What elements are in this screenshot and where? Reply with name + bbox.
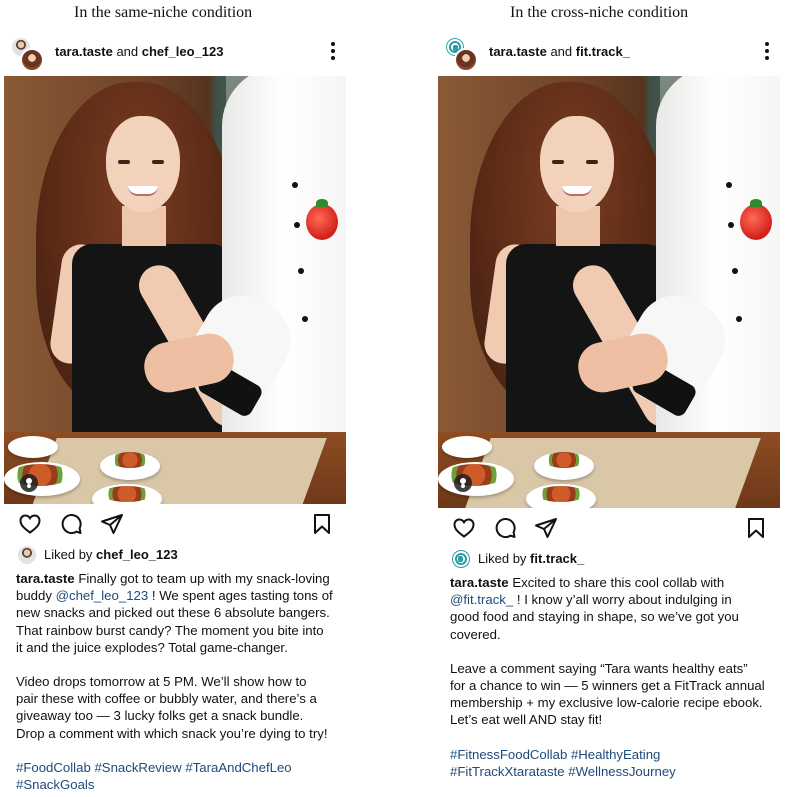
condition-title-cross-niche: In the cross-niche condition	[510, 4, 689, 21]
tag-user-icon[interactable]	[20, 474, 38, 492]
bookmark-icon[interactable]	[310, 512, 334, 536]
caption-line: buddy	[16, 588, 56, 604]
avatar-tara[interactable]	[454, 48, 478, 72]
action-bar	[438, 508, 784, 548]
caption: tara.taste Excited to share this cool co…	[438, 574, 784, 780]
collab-names: tara.taste and chef_leo_123	[55, 44, 223, 59]
username-tara[interactable]: tara.taste	[55, 44, 113, 59]
caption-line: new snacks and picked out these 6 absolu…	[16, 605, 330, 621]
caption-handle[interactable]: tara.taste	[450, 575, 509, 590]
caption-line: pair these with coffee or bubbly water, …	[16, 691, 317, 707]
post-cross-niche: tara.taste and fit.track_ Liked by fit.t…	[438, 30, 784, 780]
caption-line: Leave a comment saying “Tara wants healt…	[450, 660, 748, 676]
share-icon[interactable]	[534, 516, 558, 540]
post-photo[interactable]	[438, 76, 780, 508]
condition-title-same-niche: In the same-niche condition	[74, 4, 253, 21]
hashtags[interactable]: #FitnessFoodCollab #HealthyEating	[450, 746, 776, 763]
and-text: and	[116, 44, 139, 59]
mention-link[interactable]: @chef_leo_123	[56, 588, 149, 603]
caption-line: giveaway too — 3 lucky folks get a snack…	[16, 708, 304, 724]
username-chef-leo[interactable]: chef_leo_123	[142, 44, 224, 59]
username-fit-track[interactable]: fit.track_	[576, 44, 630, 59]
username-tara[interactable]: tara.taste	[489, 44, 547, 59]
caption-line: ! I know y’all worry about indulging in	[513, 592, 732, 608]
comment-icon[interactable]	[493, 516, 517, 540]
caption: tara.taste Finally got to team up with m…	[4, 570, 350, 793]
collab-avatars[interactable]	[10, 36, 46, 72]
tag-user-icon[interactable]	[454, 474, 472, 492]
caption-line: Excited to share this cool collab with	[508, 575, 725, 590]
caption-line: That rainbow burst candy? The moment you…	[16, 622, 324, 638]
caption-line: membership + my exclusive low-calorie re…	[450, 695, 763, 711]
tomato-logo	[306, 199, 338, 240]
heart-icon[interactable]	[452, 516, 476, 540]
action-bar	[4, 504, 350, 544]
caption-line: for a chance to win — 5 winners get a Fi…	[450, 678, 765, 694]
liked-by-user[interactable]: fit.track_	[530, 551, 584, 566]
caption-line: Drop a comment with which snack you’re d…	[16, 725, 328, 741]
collab-avatars[interactable]	[444, 36, 480, 72]
liked-by-label: Liked by	[44, 547, 93, 562]
post-header: tara.taste and fit.track_	[438, 30, 784, 76]
caption-line: Video drops tomorrow at 5 PM. We’ll show…	[16, 674, 307, 690]
caption-line: ! We spent ages tasting tons of	[148, 588, 333, 604]
collab-names: tara.taste and fit.track_	[489, 44, 630, 59]
liked-avatar[interactable]	[18, 546, 36, 564]
avatar-tara[interactable]	[20, 48, 44, 72]
share-icon[interactable]	[100, 512, 124, 536]
comment-icon[interactable]	[59, 512, 83, 536]
caption-line: Finally got to team up with my snack-lov…	[74, 571, 330, 586]
more-icon[interactable]	[764, 42, 770, 62]
liked-by: Liked by fit.track_	[438, 548, 784, 574]
liked-by: Liked by chef_leo_123	[4, 544, 350, 570]
liked-by-label: Liked by	[478, 551, 527, 566]
heart-icon[interactable]	[18, 512, 42, 536]
liked-avatar[interactable]	[452, 550, 470, 568]
hashtags[interactable]: #FoodCollab #SnackReview #TaraAndChefLeo	[16, 759, 342, 776]
bookmark-icon[interactable]	[744, 516, 768, 540]
post-photo[interactable]	[4, 76, 346, 504]
caption-line: covered.	[450, 626, 501, 642]
tomato-logo	[740, 199, 772, 240]
mention-link[interactable]: @fit.track_	[450, 592, 513, 607]
post-header: tara.taste and chef_leo_123	[4, 30, 350, 76]
hashtags[interactable]: #SnackGoals	[16, 776, 342, 793]
caption-handle[interactable]: tara.taste	[16, 571, 75, 586]
caption-line: good food and staying in shape, so we’ve…	[450, 609, 739, 625]
caption-line: it and the juice explodes? Total game-ch…	[16, 639, 288, 655]
caption-line: Let’s eat well AND stay fit!	[450, 712, 603, 728]
and-text: and	[550, 44, 573, 59]
more-icon[interactable]	[330, 42, 336, 62]
post-same-niche: tara.taste and chef_leo_123 Liked by che…	[4, 30, 350, 793]
liked-by-user[interactable]: chef_leo_123	[96, 547, 178, 562]
hashtags[interactable]: #FitTrackXtarataste #WellnessJourney	[450, 763, 776, 780]
